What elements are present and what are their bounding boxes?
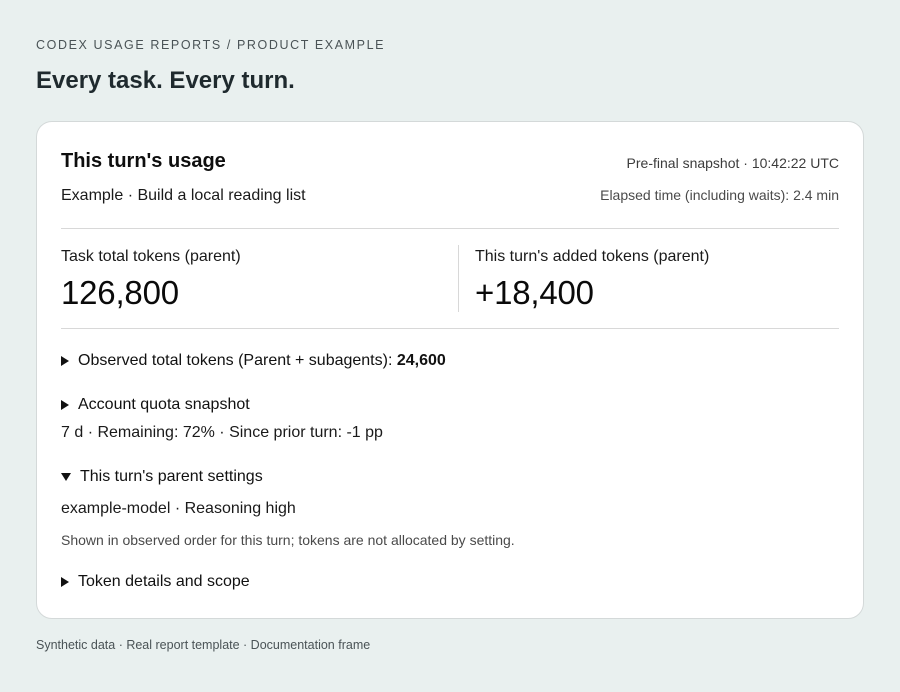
- quota-snapshot-label: Account quota snapshot: [78, 396, 250, 413]
- page-title: Every task. Every turn.: [36, 67, 295, 94]
- task-total-label: Task total tokens (parent): [61, 248, 241, 265]
- turn-added-value: +18,400: [475, 274, 594, 311]
- usage-card: This turn's usage Pre-final snapshot · 1…: [36, 121, 864, 619]
- expand-triangle-icon: [61, 356, 69, 366]
- parent-settings-label: This turn's parent settings: [80, 468, 263, 485]
- settings-note: Shown in observed order for this turn; t…: [61, 532, 515, 548]
- breadcrumb: CODEX USAGE REPORTS / PRODUCT EXAMPLE: [36, 38, 386, 52]
- token-details-toggle[interactable]: Token details and scope: [61, 573, 250, 591]
- divider: [61, 328, 839, 329]
- observed-tokens-toggle[interactable]: Observed total tokens (Parent + subagent…: [61, 352, 446, 370]
- token-details-label: Token details and scope: [78, 573, 250, 590]
- observed-tokens-value: 24,600: [396, 352, 446, 369]
- card-title: This turn's usage: [61, 150, 226, 172]
- quota-snapshot-toggle[interactable]: Account quota snapshot: [61, 396, 250, 414]
- parent-settings-toggle[interactable]: This turn's parent settings: [61, 468, 263, 486]
- turn-added-label: This turn's added tokens (parent): [475, 248, 710, 265]
- footer-note: Synthetic data · Real report template · …: [36, 638, 371, 652]
- stat-separator: [458, 245, 459, 312]
- elapsed-time: Elapsed time (including waits): 2.4 min: [600, 187, 839, 203]
- expand-triangle-icon: [61, 577, 69, 587]
- task-subtitle: Example · Build a local reading list: [61, 187, 306, 204]
- collapse-triangle-icon: [61, 473, 71, 481]
- task-total-value: 126,800: [61, 274, 179, 311]
- divider: [61, 228, 839, 229]
- settings-detail: example-model · Reasoning high: [61, 500, 296, 517]
- quota-detail: 7 d · Remaining: 72% · Since prior turn:…: [61, 424, 383, 441]
- expand-triangle-icon: [61, 400, 69, 410]
- observed-tokens-label: Observed total tokens (Parent + subagent…: [78, 352, 393, 369]
- snapshot-timestamp: Pre-final snapshot · 10:42:22 UTC: [626, 155, 839, 171]
